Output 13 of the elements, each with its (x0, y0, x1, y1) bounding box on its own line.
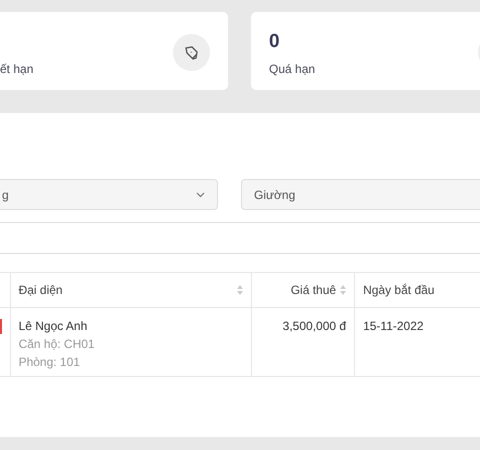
room-text: Phòng: 101 (18, 355, 81, 369)
input-field[interactable]: Giường (241, 179, 480, 210)
rent-cell: 3,500,000 đ (282, 319, 346, 333)
stat-value: 0 (269, 30, 281, 54)
representative-name: Lê Ngọc Anh (18, 319, 88, 333)
apartment-text: Căn hộ: CH01 (18, 337, 96, 351)
column-header: Đại diện (18, 283, 63, 297)
select-field[interactable]: g (0, 179, 218, 210)
start-date-cell: 15-11-2022 (363, 319, 424, 333)
column-header: Giá thuê (290, 283, 336, 297)
stat-label: ết hạn (0, 62, 34, 76)
column-header: Ngày bắt đầu (363, 283, 434, 297)
stat-label: Quá hạn (269, 62, 316, 76)
